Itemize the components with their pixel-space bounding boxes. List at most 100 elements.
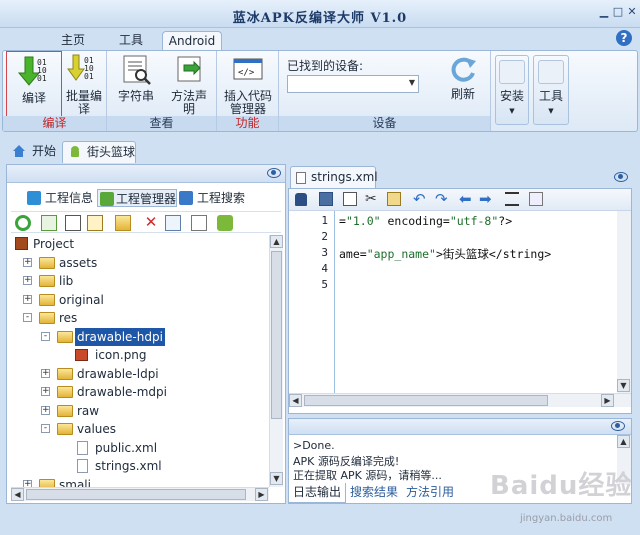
minimize-icon[interactable]: ▁ — [598, 6, 610, 18]
eye-icon[interactable] — [611, 421, 625, 431]
tab-home[interactable]: 主页 — [50, 31, 96, 50]
tab-android[interactable]: Android — [162, 31, 222, 50]
strings-icon — [119, 53, 153, 87]
editor-horizontal-scrollbar[interactable]: ◀ ▶ — [289, 393, 631, 407]
tab-search-results[interactable]: 搜索结果 — [350, 483, 398, 503]
scroll-right-icon[interactable]: ▶ — [601, 394, 614, 407]
copy-icon[interactable] — [343, 192, 357, 206]
text-file-icon[interactable] — [191, 215, 207, 231]
maximize-icon[interactable]: □ — [612, 6, 624, 18]
scroll-down-icon[interactable]: ▼ — [270, 472, 283, 485]
tree-item-drawable-ldpi[interactable]: + drawable-ldpi — [11, 365, 261, 383]
scroll-up-icon[interactable]: ▲ — [270, 235, 283, 248]
close-icon[interactable]: ✕ — [626, 6, 638, 18]
editor-tab-strings[interactable]: strings.xml — [290, 166, 378, 188]
tree-item-assets[interactable]: + assets — [11, 254, 261, 272]
doc-tab-start[interactable]: 开始 — [8, 141, 60, 163]
tab-tools[interactable]: 工具 — [108, 31, 154, 50]
insert-code-manager-button[interactable]: </> 插入代码管理器 — [221, 53, 275, 116]
rename-icon[interactable] — [165, 215, 181, 231]
scroll-left-icon[interactable]: ◀ — [289, 394, 302, 407]
scroll-thumb[interactable] — [26, 489, 246, 500]
expand-icon[interactable]: + — [41, 387, 50, 396]
install-button[interactable]: 安装 ▼ — [495, 55, 529, 125]
group-caption-view: 查看 — [107, 116, 216, 131]
forward-icon[interactable]: ➡ — [479, 191, 495, 207]
eye-icon[interactable] — [267, 168, 281, 178]
scroll-left-icon[interactable]: ◀ — [11, 488, 24, 501]
window-icon[interactable] — [65, 215, 81, 231]
tree-label: original — [59, 292, 104, 307]
tree-label: drawable-ldpi — [77, 366, 159, 381]
tab-method-references[interactable]: 方法引用 — [406, 483, 454, 503]
tree-item-icon-png[interactable]: icon.png — [11, 346, 261, 364]
batch-compile-button[interactable]: 01 10 01 批量编译 — [63, 53, 105, 116]
tools-icon — [538, 60, 564, 84]
scroll-thumb[interactable] — [304, 395, 548, 406]
tab-project-manager[interactable]: 工程管理器 — [97, 189, 177, 207]
tab-project-info[interactable]: 工程信息 — [27, 189, 95, 207]
group-caption-compile: 编译 — [3, 116, 106, 131]
find-file-icon[interactable] — [87, 215, 103, 231]
device-select[interactable]: ▼ — [287, 75, 419, 93]
image-icon[interactable] — [41, 215, 57, 231]
tree-item-project[interactable]: Project — [11, 235, 261, 253]
tree-item-original[interactable]: + original — [11, 291, 261, 309]
tree-vertical-scrollbar[interactable]: ▲ ▼ — [269, 235, 283, 487]
tab-log-output[interactable]: 日志输出 — [288, 483, 347, 503]
collapse-icon[interactable]: - — [41, 424, 50, 433]
delete-icon[interactable]: ✕ — [143, 215, 159, 231]
tree-label: smali — [59, 477, 91, 488]
code-line[interactable]: ="1.0" encoding="utf-8"?> — [339, 214, 512, 228]
strings-button[interactable]: 字符串 — [113, 53, 159, 103]
code-line[interactable]: ame="app_name">街头篮球</string> — [339, 246, 551, 262]
scroll-up-icon[interactable]: ▲ — [617, 435, 630, 448]
tree-item-res[interactable]: - res — [11, 309, 261, 327]
refresh-button[interactable]: 刷新 — [443, 55, 483, 101]
editor-vertical-scrollbar[interactable]: ▼ — [617, 211, 631, 393]
tree-item-strings-xml[interactable]: strings.xml — [11, 457, 261, 475]
tab-project-search[interactable]: 工程搜索 — [179, 189, 251, 207]
collapse-icon[interactable]: - — [41, 331, 50, 341]
tree-item-drawable-hdpi[interactable]: - drawable-hdpi — [11, 327, 261, 346]
back-icon[interactable]: ⬅ — [459, 191, 475, 207]
lock-icon[interactable] — [295, 193, 307, 206]
file-icon — [296, 172, 306, 184]
settings-icon[interactable] — [529, 192, 543, 206]
batch-compile-label: 批量编译 — [65, 89, 102, 116]
cut-icon[interactable]: ✂ — [365, 191, 381, 207]
expand-icon[interactable]: + — [23, 479, 32, 487]
scroll-thumb[interactable] — [271, 251, 282, 419]
help-icon[interactable]: ? — [616, 30, 632, 46]
paste-icon[interactable] — [387, 192, 401, 206]
expand-icon[interactable]: + — [23, 294, 32, 304]
expand-icon[interactable]: + — [41, 368, 50, 378]
open-folder-icon[interactable] — [115, 215, 131, 231]
tree-horizontal-scrollbar[interactable]: ◀ ▶ — [11, 487, 269, 501]
collapse-icon[interactable]: - — [23, 313, 32, 322]
method-declaration-button[interactable]: 方法声明 — [165, 53, 213, 116]
scroll-down-icon[interactable]: ▼ — [617, 379, 630, 392]
tree-item-raw[interactable]: + raw — [11, 402, 261, 420]
eye-icon[interactable] — [614, 172, 628, 182]
expand-icon[interactable]: + — [23, 257, 32, 267]
tree-item-values[interactable]: - values — [11, 420, 261, 438]
tree-item-lib[interactable]: + lib — [11, 272, 261, 290]
expand-icon[interactable]: + — [23, 276, 32, 285]
compile-button[interactable]: 01 10 01 编译 — [6, 51, 62, 119]
scroll-right-icon[interactable]: ▶ — [255, 488, 268, 501]
android-build-icon[interactable] — [217, 215, 233, 231]
chevron-down-icon: ▼ — [408, 78, 415, 87]
redo-icon[interactable]: ↷ — [435, 191, 451, 207]
undo-icon[interactable]: ↶ — [413, 191, 429, 207]
expand-icon[interactable]: + — [41, 405, 50, 415]
doc-tab-project[interactable]: 街头篮球 — [62, 141, 136, 163]
tree-item-drawable-mdpi[interactable]: + drawable-mdpi — [11, 383, 261, 401]
refresh-tree-icon[interactable] — [15, 215, 31, 231]
tree-item-public-xml[interactable]: public.xml — [11, 439, 261, 457]
tree-item-smali[interactable]: + smali — [11, 476, 261, 488]
project-tree: Project + assets + lib + original - res … — [11, 235, 269, 487]
tools-button[interactable]: 工具 ▼ — [533, 55, 569, 125]
format-icon[interactable] — [505, 192, 519, 206]
save-icon[interactable] — [319, 192, 333, 206]
